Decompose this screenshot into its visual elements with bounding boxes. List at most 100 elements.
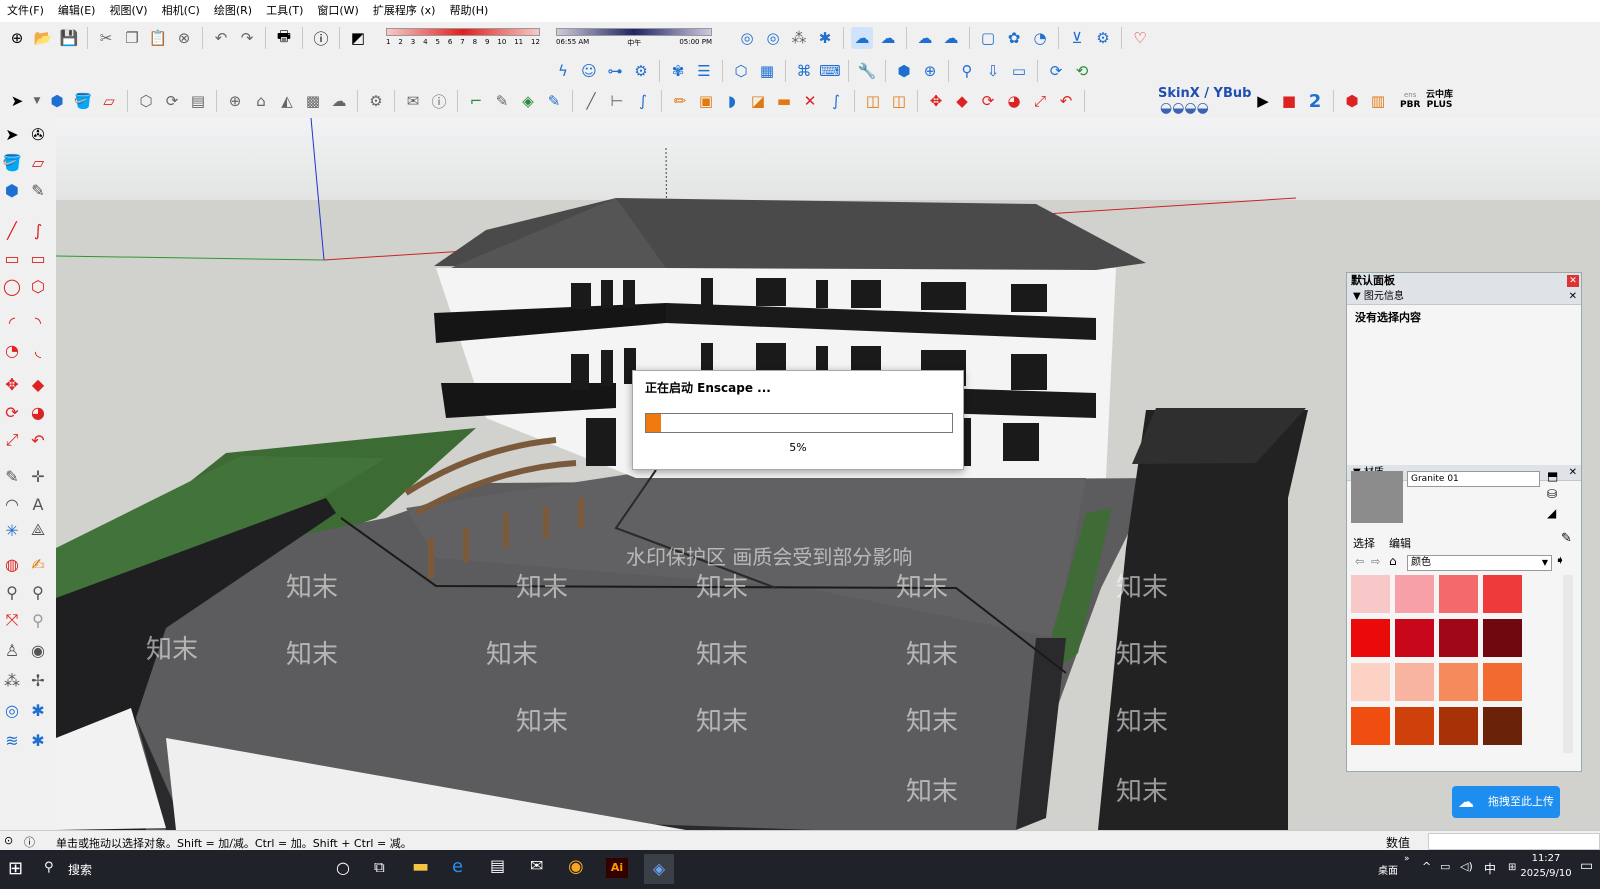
ime-indicator[interactable]: 中: [1484, 860, 1496, 877]
menu-draw[interactable]: 绘图(R): [207, 0, 259, 22]
select-icon[interactable]: ➤: [0, 122, 24, 146]
terrain-icon[interactable]: ◭: [276, 90, 298, 112]
rotate-tool-icon[interactable]: ⟳: [0, 400, 24, 424]
material-swatch[interactable]: [1351, 663, 1390, 701]
info-circle-icon[interactable]: ⓘ: [428, 90, 450, 112]
clock-date[interactable]: 2025/9/10: [1502, 868, 1590, 879]
cloud-upload-icon[interactable]: ☁: [914, 27, 936, 49]
eyedropper-icon[interactable]: ✎: [1561, 531, 1572, 546]
menu-help[interactable]: 帮助(H): [442, 0, 495, 22]
menu-edit[interactable]: 编辑(E): [51, 0, 103, 22]
sketchup-taskbar-icon[interactable]: ◈: [644, 854, 674, 884]
taskbar-search[interactable]: 搜索: [68, 861, 92, 878]
dimension-icon[interactable]: ⊢: [606, 90, 628, 112]
paint-2-icon[interactable]: ✍: [26, 552, 50, 576]
material-swatch[interactable]: [1439, 575, 1478, 613]
position-camera-icon[interactable]: ♙: [0, 638, 24, 662]
freehand-icon[interactable]: ∫: [26, 218, 50, 242]
gears-icon[interactable]: ⚙: [365, 90, 387, 112]
offset-tool-icon[interactable]: ↶: [26, 428, 50, 452]
volume-icon[interactable]: ◁): [1460, 860, 1473, 873]
illustrator-icon[interactable]: Ai: [606, 858, 628, 878]
menu-view[interactable]: 视图(V): [102, 0, 154, 22]
home-icon[interactable]: ⌂: [1389, 554, 1397, 568]
cross-tool-icon[interactable]: ✕: [799, 90, 821, 112]
grid-icon[interactable]: ▦: [756, 60, 778, 82]
enscape-tool-icon[interactable]: ◎: [0, 698, 24, 722]
tool-c-icon[interactable]: ▤: [187, 90, 209, 112]
component-make-icon[interactable]: ⬢: [46, 90, 68, 112]
layer-tool-icon[interactable]: ≋: [0, 728, 24, 752]
section-icon[interactable]: ⟁: [26, 518, 50, 542]
upload-cloud-icon[interactable]: ☁: [328, 90, 350, 112]
entity-info-header[interactable]: ▼ 图元信息 ✕: [1347, 289, 1581, 305]
refresh-icon[interactable]: ⟳: [1045, 60, 1067, 82]
swatch-scrollbar[interactable]: [1563, 575, 1573, 753]
add-circle-icon[interactable]: ⊕: [224, 90, 246, 112]
arc-3-icon[interactable]: ◟: [26, 338, 50, 362]
material-swatch[interactable]: [1439, 619, 1478, 657]
undo-icon[interactable]: ↶: [210, 27, 232, 49]
footsteps-icon[interactable]: ⁂: [0, 668, 24, 692]
material-swatch[interactable]: [1483, 619, 1522, 657]
import-icon[interactable]: ⇩: [982, 60, 1004, 82]
copy-icon[interactable]: ❐: [121, 27, 143, 49]
scale-icon[interactable]: ⤢: [1029, 90, 1051, 112]
keyboard-icon[interactable]: ⌨: [819, 60, 841, 82]
drag-upload-button[interactable]: ☁ 拖拽至此上传: [1452, 786, 1560, 818]
paint-bucket-icon[interactable]: 🪣: [72, 90, 94, 112]
material-library-select[interactable]: 颜色 ▼: [1407, 555, 1552, 571]
material-swatch[interactable]: [1351, 707, 1390, 745]
check-icon[interactable]: ◔: [1029, 27, 1051, 49]
asset-library-icon[interactable]: ✿: [1003, 27, 1025, 49]
cloud-search-icon[interactable]: ☁: [877, 27, 899, 49]
panel-close-icon[interactable]: ✕: [1567, 275, 1579, 287]
rotated-rect-icon[interactable]: ▭: [26, 246, 50, 270]
cortana-icon[interactable]: ○: [336, 858, 350, 877]
chrome-icon[interactable]: ◉: [568, 856, 584, 877]
curve-icon[interactable]: ∫: [632, 90, 654, 112]
network-icon[interactable]: ▭: [1440, 860, 1450, 873]
entity-info-close-icon[interactable]: ✕: [1569, 289, 1577, 304]
menu-extensions[interactable]: 扩展程序 (x): [366, 0, 443, 22]
notification-icon[interactable]: ▭: [1580, 858, 1593, 874]
materials-close-icon[interactable]: ✕: [1569, 465, 1577, 480]
zoom-window-icon[interactable]: ⚲: [26, 580, 50, 604]
task-view-icon[interactable]: ⧉: [374, 858, 385, 876]
green-sync-icon[interactable]: ⟲: [1071, 60, 1093, 82]
ruby-cube-icon[interactable]: ⬢: [1341, 90, 1363, 112]
material-swatch[interactable]: [1395, 619, 1434, 657]
enscape-views-icon[interactable]: ⁂: [788, 27, 810, 49]
tape-icon[interactable]: ✎: [26, 178, 50, 202]
line-tool-icon[interactable]: ╱: [580, 90, 602, 112]
desktop-chevron-icon[interactable]: »: [1404, 854, 1410, 864]
block-icon[interactable]: ▣: [695, 90, 717, 112]
layers-list-icon[interactable]: ☰: [693, 60, 715, 82]
enscape-capture-icon[interactable]: ✱: [814, 27, 836, 49]
folder-icon[interactable]: ▭: [1008, 60, 1030, 82]
edge-icon[interactable]: e: [452, 856, 463, 877]
enscape-tool-2-icon[interactable]: ✱: [26, 698, 50, 722]
map-icon[interactable]: ◪: [747, 90, 769, 112]
polygon-icon[interactable]: ⬡: [26, 274, 50, 298]
pencil-orange-icon[interactable]: ✏: [669, 90, 691, 112]
details-arrow-icon[interactable]: ➧: [1555, 553, 1565, 567]
mail-app-icon[interactable]: ✉: [530, 856, 543, 875]
redo-icon[interactable]: ↷: [236, 27, 258, 49]
pushpull-icon[interactable]: ◆: [951, 90, 973, 112]
material-swatch[interactable]: [1395, 575, 1434, 613]
material-swatch[interactable]: [1439, 707, 1478, 745]
wrench-icon[interactable]: 🔧: [856, 60, 878, 82]
tab-select[interactable]: 选择: [1353, 535, 1375, 551]
component-tool-icon[interactable]: ⬢: [0, 178, 24, 202]
arc-2-icon[interactable]: ◝: [26, 310, 50, 334]
open-folder-icon[interactable]: 📂: [32, 27, 54, 49]
layer-tool-2-icon[interactable]: ✱: [26, 728, 50, 752]
dropper-icon[interactable]: ✎: [491, 90, 513, 112]
play-icon[interactable]: ▶: [1252, 90, 1274, 112]
select-dropdown-icon[interactable]: ▼: [32, 90, 42, 112]
select-arrow-icon[interactable]: ➤: [6, 90, 28, 112]
windows-start-icon[interactable]: ⊞: [8, 858, 23, 879]
bolt-icon[interactable]: ϟ: [552, 60, 574, 82]
tray-up-icon[interactable]: ^: [1422, 860, 1431, 873]
